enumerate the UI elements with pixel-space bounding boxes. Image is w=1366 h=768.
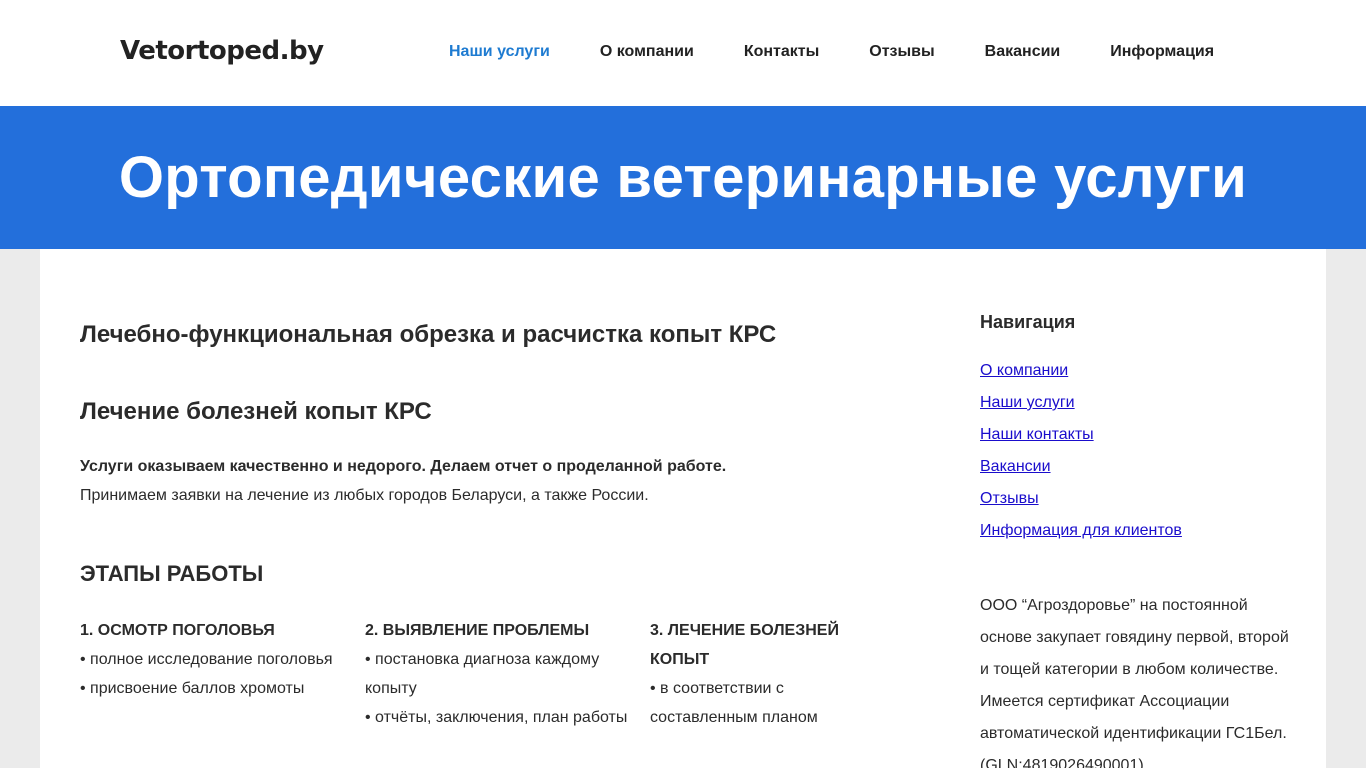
stage-title: 2. Выявление проблемы: [365, 622, 590, 639]
list-item: Отзывы: [980, 490, 1182, 522]
sidebar-link-contacts[interactable]: Наши контакты: [980, 426, 1094, 443]
stage-title: 3. Лечение болезней копыт: [650, 622, 839, 668]
nav-item-about[interactable]: О компании: [600, 43, 694, 61]
main-nav: Наши услуги О компании Контакты Отзывы В…: [449, 43, 1264, 61]
sidebar-link-services[interactable]: Наши услуги: [980, 394, 1075, 411]
sidebar-title: Навигация: [980, 312, 1076, 332]
content-area: Лечебно-функциональная обрезка и расчист…: [40, 249, 1326, 768]
intro-text: Принимаем заявки на лечение из любых гор…: [80, 487, 649, 504]
sidebar-company-text: ООО “Агроздоровье” на постоянной основе …: [980, 597, 1289, 768]
stage-item: • постановка диагноза каждому копыту: [365, 651, 600, 697]
sidebar-link-reviews[interactable]: Отзывы: [980, 490, 1039, 507]
stage-item: • присвоение баллов хромоты: [80, 680, 305, 697]
stage-item: • полное исследование поголовья: [80, 651, 333, 668]
stages-heading: ЭТАПЫ РАБОТЫ: [80, 561, 264, 586]
page-title: Ортопедические ветеринарные услуги: [118, 145, 1248, 210]
nav-item-reviews[interactable]: Отзывы: [869, 43, 934, 61]
site-header: Vetortoped.by Наши услуги О компании Кон…: [0, 0, 1366, 106]
stage-item: • отчёты, заключения, план работы: [365, 709, 628, 726]
sidebar-links: О компании Наши услуги Наши контакты Вак…: [980, 362, 1182, 554]
site-logo[interactable]: Vetortoped.by: [120, 36, 324, 66]
nav-item-info[interactable]: Информация: [1110, 43, 1214, 61]
list-item: Вакансии: [980, 458, 1182, 490]
list-item: Наши услуги: [980, 394, 1182, 426]
section-heading-treatment: Лечение болезней копыт КРС: [80, 398, 432, 425]
list-item: Информация для клиентов: [980, 522, 1182, 554]
sidebar-link-client-info[interactable]: Информация для клиентов: [980, 522, 1182, 539]
hero-banner: Ортопедические ветеринарные услуги: [0, 106, 1366, 249]
sidebar-link-about[interactable]: О компании: [980, 362, 1068, 379]
nav-item-services[interactable]: Наши услуги: [449, 43, 550, 61]
stage-2: 2. Выявление проблемы • постановка диагн…: [365, 616, 635, 732]
stage-1: 1. Осмотр поголовья • полное исследовани…: [80, 616, 350, 703]
stage-3: 3. Лечение болезней копыт • в соответств…: [650, 616, 870, 732]
nav-item-vacancies[interactable]: Вакансии: [985, 43, 1061, 61]
intro-bold-text: Услуги оказываем качественно и недорого.…: [80, 458, 727, 475]
list-item: О компании: [980, 362, 1182, 394]
stage-item: • в соответствии с составленным планом: [650, 680, 818, 726]
stage-title: 1. Осмотр поголовья: [80, 622, 275, 639]
section-heading-trimming: Лечебно-функциональная обрезка и расчист…: [80, 321, 777, 348]
sidebar-link-vacancies[interactable]: Вакансии: [980, 458, 1051, 475]
list-item: Наши контакты: [980, 426, 1182, 458]
nav-item-contacts[interactable]: Контакты: [744, 43, 819, 61]
